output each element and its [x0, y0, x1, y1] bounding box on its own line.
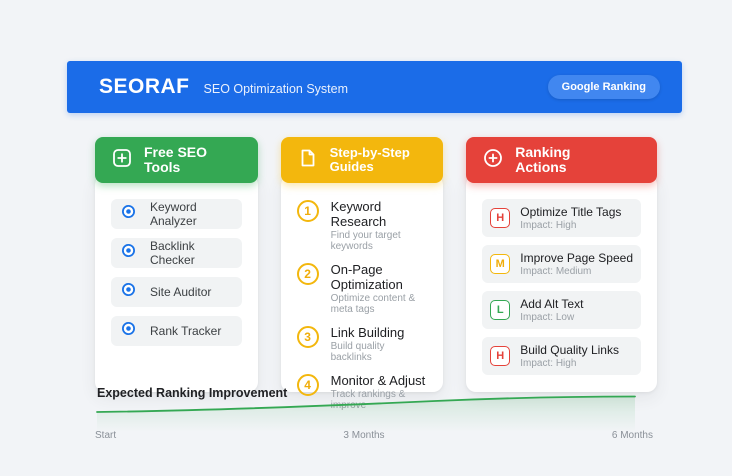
action-impact: Impact: Low — [520, 312, 575, 323]
action-title: Build Quality Links — [520, 343, 619, 357]
action-optimize-title-tags[interactable]: H Optimize Title Tags Impact: High — [482, 199, 641, 237]
document-icon — [297, 147, 319, 172]
step-subtitle: Optimize content & meta tags — [330, 293, 416, 315]
google-ranking-button[interactable]: Google Ranking — [547, 75, 660, 99]
guide-step-2: 2 On-Page Optimization Optimize content … — [296, 262, 428, 315]
step-number: 1 — [296, 200, 319, 222]
plus-square-icon — [111, 147, 133, 172]
cards-row: Free SEO Tools Keyword Analyzer Backlink… — [95, 137, 657, 411]
free-seo-tools-body: Keyword Analyzer Backlink Checker Site A… — [95, 175, 258, 392]
card-title: Free SEO Tools — [144, 143, 208, 175]
action-improve-page-speed[interactable]: M Improve Page Speed Impact: Medium — [482, 245, 641, 283]
tool-site-auditor[interactable]: Site Auditor — [111, 277, 242, 307]
guide-step-3: 3 Link Building Build quality backlinks — [296, 325, 428, 363]
tool-keyword-analyzer[interactable]: Keyword Analyzer — [111, 199, 242, 229]
guide-step-1: 1 Keyword Research Find your target keyw… — [296, 199, 428, 252]
radio-icon — [121, 321, 136, 341]
axis-label-3-months: 3 Months — [343, 430, 385, 441]
tool-label: Backlink Checker — [150, 239, 195, 267]
step-number: 3 — [296, 326, 319, 348]
guides-header: Step-by-Step Guides — [280, 137, 444, 183]
step-title: On-Page Optimization — [330, 262, 403, 292]
action-title: Improve Page Speed — [520, 251, 633, 265]
tool-backlink-checker[interactable]: Backlink Checker — [111, 238, 242, 268]
action-build-quality-links[interactable]: H Build Quality Links Impact: High — [482, 337, 641, 375]
card-title: Step-by-Step Guides — [329, 144, 410, 174]
step-number: 2 — [296, 263, 319, 285]
radio-icon — [121, 282, 136, 302]
tool-label: Rank Tracker — [150, 324, 222, 338]
ranking-actions-card: Ranking Actions H Optimize Title Tags Im… — [466, 137, 657, 392]
tool-label: Site Auditor — [150, 285, 212, 299]
action-impact: Impact: High — [520, 358, 577, 369]
radio-icon — [121, 243, 136, 263]
chart-x-axis: Start 3 Months 6 Months — [95, 430, 653, 441]
trend-line-chart — [96, 395, 636, 432]
tool-label: Keyword Analyzer — [150, 200, 197, 228]
tool-rank-tracker[interactable]: Rank Tracker — [111, 316, 242, 346]
impact-badge-medium: M — [490, 254, 511, 274]
step-title: Link Building — [330, 325, 405, 340]
action-impact: Impact: Medium — [520, 266, 592, 277]
guides-card: Step-by-Step Guides 1 Keyword Research F… — [280, 137, 444, 411]
ranking-actions-body: H Optimize Title Tags Impact: High M Imp… — [466, 175, 657, 392]
radio-icon — [121, 204, 136, 224]
brand-logo: SEORAF — [99, 75, 190, 98]
free-seo-tools-card: Free SEO Tools Keyword Analyzer Backlink… — [95, 137, 258, 392]
impact-badge-high: H — [490, 346, 511, 366]
brand-tagline: SEO Optimization System — [203, 82, 349, 96]
card-title: Ranking Actions — [515, 143, 571, 175]
plus-circle-icon — [482, 147, 504, 172]
action-title: Add Alt Text — [520, 297, 584, 311]
axis-label-6-months: 6 Months — [611, 430, 653, 441]
action-title: Optimize Title Tags — [520, 205, 622, 219]
impact-badge-high: H — [490, 208, 511, 228]
ranking-actions-header: Ranking Actions — [466, 137, 657, 183]
step-subtitle: Find your target keywords — [330, 230, 401, 252]
page: SEORAF SEO Optimization System Google Ra… — [0, 0, 732, 476]
action-add-alt-text[interactable]: L Add Alt Text Impact: Low — [482, 291, 641, 329]
impact-badge-low: L — [490, 300, 511, 320]
axis-label-start: Start — [95, 430, 117, 441]
step-subtitle: Build quality backlinks — [330, 341, 385, 363]
free-seo-tools-header: Free SEO Tools — [95, 137, 258, 183]
app-header: SEORAF SEO Optimization System Google Ra… — [67, 61, 682, 113]
ranking-improvement-chart: Expected Ranking Improvement Start 3 Mon… — [95, 386, 655, 448]
brand: SEORAF SEO Optimization System — [99, 75, 348, 99]
guides-body: 1 Keyword Research Find your target keyw… — [280, 175, 444, 411]
step-title: Keyword Research — [330, 199, 387, 229]
action-impact: Impact: High — [520, 220, 577, 231]
